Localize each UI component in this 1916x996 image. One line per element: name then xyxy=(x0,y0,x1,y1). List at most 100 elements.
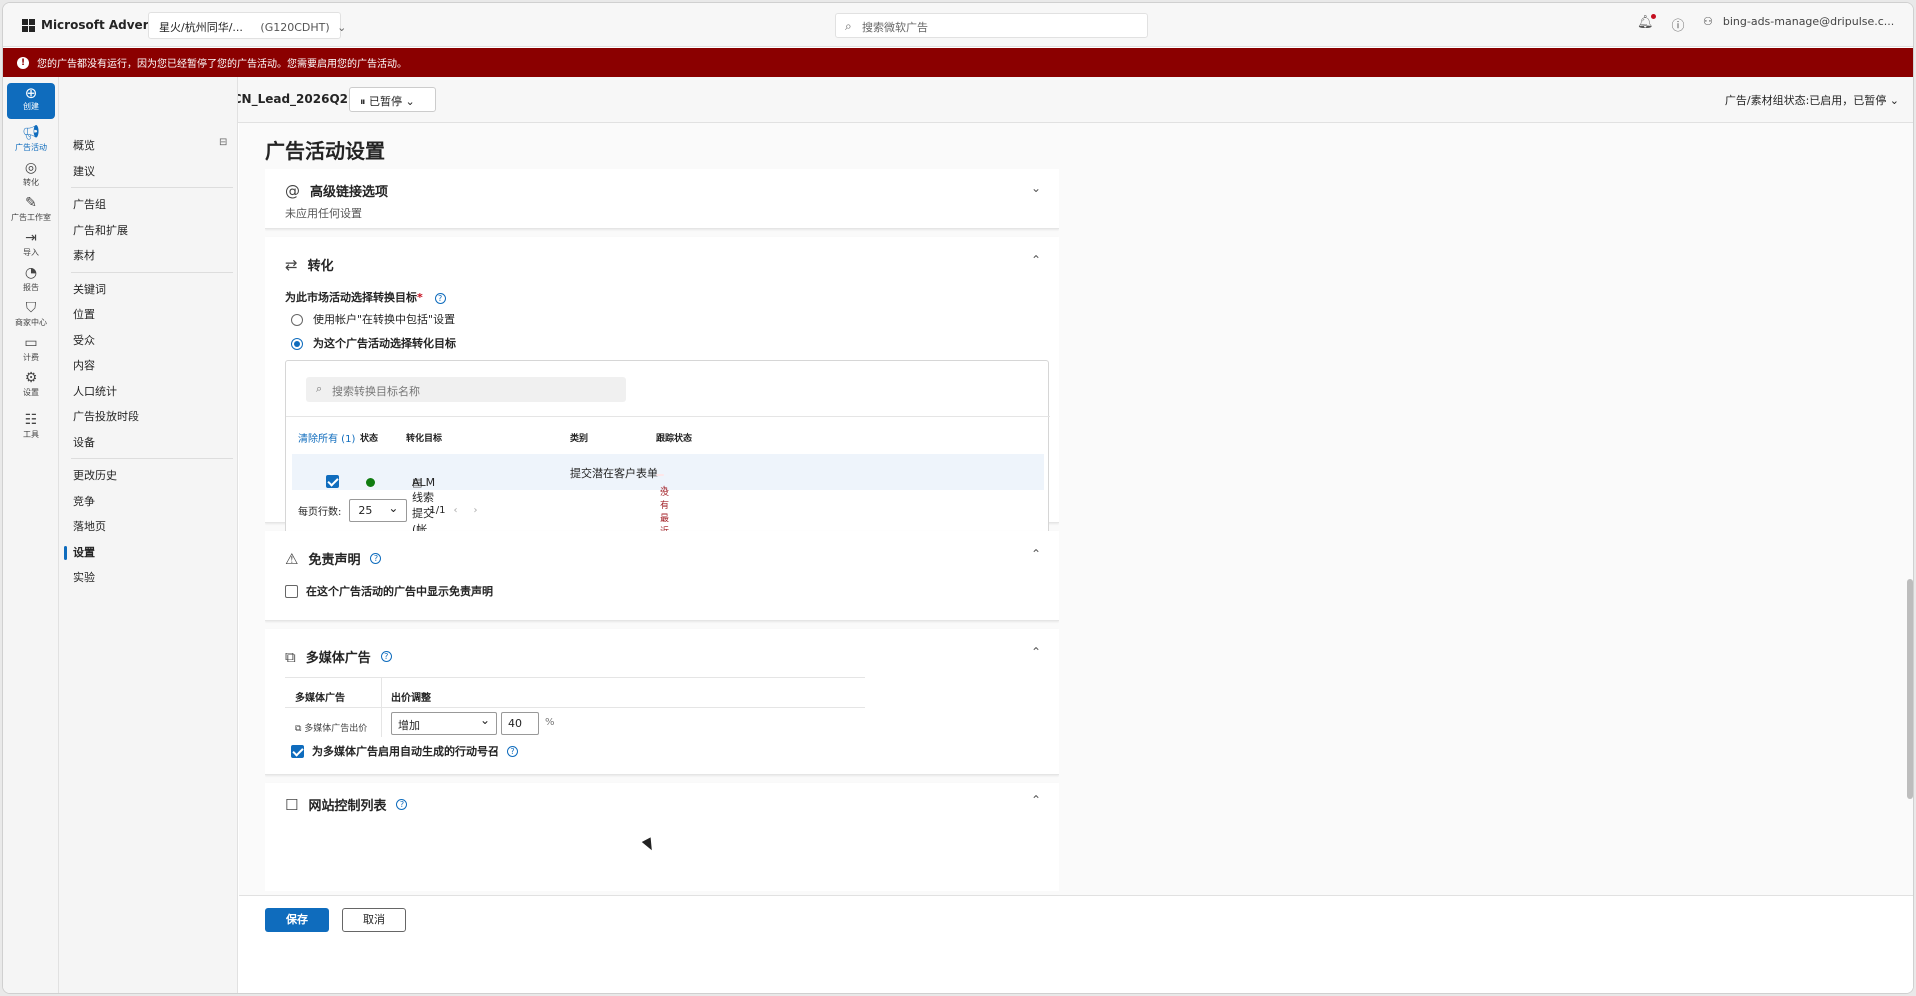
nav-item-keywords[interactable]: 关键词 xyxy=(73,277,233,303)
nav-item-settings[interactable]: 设置 xyxy=(64,540,233,566)
chevron-up-icon[interactable]: ⌃ xyxy=(1031,793,1041,807)
rail-item-reports[interactable]: ◔ 报告 xyxy=(3,265,59,293)
nav-item-ad-schedule[interactable]: 广告投放时段 xyxy=(73,404,233,430)
cta-checkbox-row[interactable]: 为多媒体广告启用自动生成的行动号召 ? xyxy=(291,743,518,759)
goal-search-input[interactable]: ⌕ 搜索转换目标名称 xyxy=(306,377,626,402)
rail-item-campaigns[interactable]: 📢︎ 广告活动 xyxy=(3,125,59,153)
wallet-icon: ▭ xyxy=(24,335,38,351)
nav-item-demographics[interactable]: 人口统计 xyxy=(73,379,233,405)
user-menu[interactable]: ⚇ bing-ads-manage@dripulse.c... xyxy=(1703,15,1894,28)
prev-page-icon[interactable]: ‹ xyxy=(453,505,457,516)
scrollbar-thumb[interactable] xyxy=(1907,579,1913,799)
chevron-up-icon[interactable]: ⌃ xyxy=(1031,253,1041,267)
nav-item-devices[interactable]: 设备 xyxy=(73,430,233,456)
nav-item-competition[interactable]: 竞争 xyxy=(73,489,233,515)
account-switcher[interactable]: 星火/杭州同华/... (G120CDHT) ⌄ xyxy=(148,12,346,39)
column-tracking[interactable]: 跟踪状态 xyxy=(656,431,692,444)
tracking-warning-badge: ⚠没有最近的转化 xyxy=(656,474,669,576)
ad-group-status-dropdown[interactable]: 广告/素材组状态:已启用，已暂停 ⌄ xyxy=(1725,92,1899,108)
rows-per-page-select[interactable]: 25 xyxy=(349,499,408,522)
checkbox-label: 为多媒体广告启用自动生成的行动号召 xyxy=(312,745,499,758)
advanced-links-header[interactable]: @ 高级链接选项 xyxy=(285,181,388,201)
tools-icon: ☷ xyxy=(24,412,38,428)
radio-button[interactable] xyxy=(291,314,303,326)
radio-account-setting[interactable]: 使用帐户"在转换中包括"设置 xyxy=(291,311,455,327)
rail-item-merchant-center[interactable]: ⛉ 商家中心 xyxy=(3,300,59,328)
rail-item-billing[interactable]: ▭ 计费 xyxy=(3,335,59,363)
nav-item-assets[interactable]: 素材 xyxy=(73,243,233,269)
rows-per-page-label: 每页行数: xyxy=(298,507,342,518)
radio-campaign-goals[interactable]: 为这个广告活动选择转化目标 xyxy=(291,335,456,351)
radio-button-selected[interactable] xyxy=(291,338,303,350)
global-search-input[interactable]: ⌕ 搜索微软广告 xyxy=(835,13,1148,38)
disclaimer-header[interactable]: ⚠ 免责声明 ? xyxy=(285,549,382,568)
nav-item-audiences[interactable]: 受众 xyxy=(73,328,233,354)
rail-item-ad-studio[interactable]: ✎ 广告工作室 xyxy=(3,195,59,223)
next-page-icon[interactable]: › xyxy=(473,505,477,516)
checkbox-checked[interactable] xyxy=(326,475,339,488)
nav-item-landing-pages[interactable]: 落地页 xyxy=(73,514,233,540)
conversion-card: ⇄ 转化 ⌃ 为此市场活动选择转换目标* ? 使用帐户"在转换中包括"设置 为这… xyxy=(265,237,1059,584)
notification-bell-icon[interactable]: 🔔︎ xyxy=(1637,14,1655,34)
help-icon[interactable]: ? xyxy=(434,293,446,304)
bid-value-input[interactable]: 40 xyxy=(501,712,539,735)
report-icon: ◔ xyxy=(24,265,38,281)
campaign-sidebar: ⊟ 概览 建议 广告组 广告和扩展 素材 关键词 位置 受众 内容 人口统计 广… xyxy=(59,77,238,993)
nav-item-content[interactable]: 内容 xyxy=(73,353,233,379)
app-window: Microsoft Advertising 星火/杭州同华/... (G120C… xyxy=(2,2,1914,994)
percent-unit: % xyxy=(545,717,555,728)
help-icon[interactable]: ? xyxy=(507,745,518,757)
column-category[interactable]: 类别 xyxy=(570,431,588,444)
nav-item-recommendations[interactable]: 建议 xyxy=(73,159,233,185)
cancel-button[interactable]: 取消 xyxy=(342,908,406,932)
nav-item-ads-extensions[interactable]: 广告和扩展 xyxy=(73,218,233,244)
save-button[interactable]: 保存 xyxy=(265,908,329,932)
paused-alert-banner: ! 您的广告都没有运行，因为您已经暂停了您的广告活动。您需要启用您的广告活动。 xyxy=(3,48,1913,77)
column-status[interactable]: 状态 xyxy=(360,431,378,444)
conversion-header[interactable]: ⇄ 转化 xyxy=(285,255,334,275)
chevron-down-icon[interactable]: ⌄ xyxy=(1031,181,1041,195)
column-goal[interactable]: 转化目标 xyxy=(406,431,442,444)
help-icon[interactable]: ? xyxy=(380,651,392,662)
multimedia-header[interactable]: ⧉ 多媒体广告 ? xyxy=(285,647,392,666)
rail-label: 广告活动 xyxy=(15,143,47,152)
topbar-actions: 🔔︎ ⓘ xyxy=(1637,14,1685,34)
nav-item-experiments[interactable]: 实验 xyxy=(73,565,233,591)
checkbox-checked[interactable] xyxy=(291,744,304,758)
help-icon[interactable]: ? xyxy=(396,799,408,810)
account-name: 星火/杭州同华/... xyxy=(159,21,243,34)
checkbox[interactable] xyxy=(285,584,298,598)
rail-label: 设置 xyxy=(23,388,39,397)
nav-item-locations[interactable]: 位置 xyxy=(73,302,233,328)
nav-item-ad-groups[interactable]: 广告组 xyxy=(73,192,233,218)
bid-percent-field[interactable]: 40 xyxy=(501,712,539,735)
chevron-up-icon[interactable]: ⌃ xyxy=(1031,645,1041,659)
rail-item-conversions[interactable]: ◎ 转化 xyxy=(3,160,59,188)
nav-divider xyxy=(71,458,233,459)
chevron-up-icon[interactable]: ⌃ xyxy=(1031,547,1041,561)
chevron-down-icon: ⌄ xyxy=(337,21,347,34)
site-control-header[interactable]: ☐ 网站控制列表 ? xyxy=(285,795,408,814)
campaign-header: ← Bing_Search_ALM_CN_Lead_2026Q2 ⌄ ⏸︎ 已暂… xyxy=(59,77,1913,123)
campaign-status-dropdown[interactable]: ⏸︎ 已暂停 ⌄ xyxy=(349,87,436,112)
mm-bid-row-label: ⧉ 多媒体广告出价 xyxy=(295,721,367,734)
nav-item-change-history[interactable]: 更改历史 xyxy=(73,463,233,489)
table-row[interactable]: ▤ ALM线索提交 (帐户默认值) 提交潜在客户表单 ⚠没有最近的转化 xyxy=(292,454,1044,584)
bid-direction-select[interactable]: 增加 xyxy=(391,712,497,735)
rail-label: 计费 xyxy=(23,353,39,362)
rail-item-import[interactable]: ⇥ 导入 xyxy=(3,230,59,258)
nav-divider xyxy=(71,187,233,188)
help-icon[interactable]: ? xyxy=(370,553,382,564)
rail-item-tools[interactable]: ☷ 工具 xyxy=(3,412,59,440)
status-label: 已暂停 xyxy=(369,95,402,108)
rail-item-settings[interactable]: ⚙ 设置 xyxy=(3,370,59,398)
help-icon[interactable]: ⓘ xyxy=(1672,15,1685,34)
bid-adjust-select[interactable]: 增加 xyxy=(391,712,497,735)
disclaimer-checkbox-row[interactable]: 在这个广告活动的广告中显示免责声明 xyxy=(285,583,493,599)
nav-item-overview[interactable]: 概览 xyxy=(73,133,233,159)
clear-all-link[interactable]: 清除所有 (1) xyxy=(298,430,355,445)
alert-icon: ! xyxy=(17,56,29,69)
settings-scroll-area[interactable]: @ 高级链接选项 ⌄ 未应用任何设置 ⇄ 转化 ⌃ 为此市场活动选择转换目标* … xyxy=(265,169,1059,891)
search-icon: ⌕ xyxy=(316,382,323,395)
create-button[interactable]: ⊕ 创建 xyxy=(7,83,55,119)
